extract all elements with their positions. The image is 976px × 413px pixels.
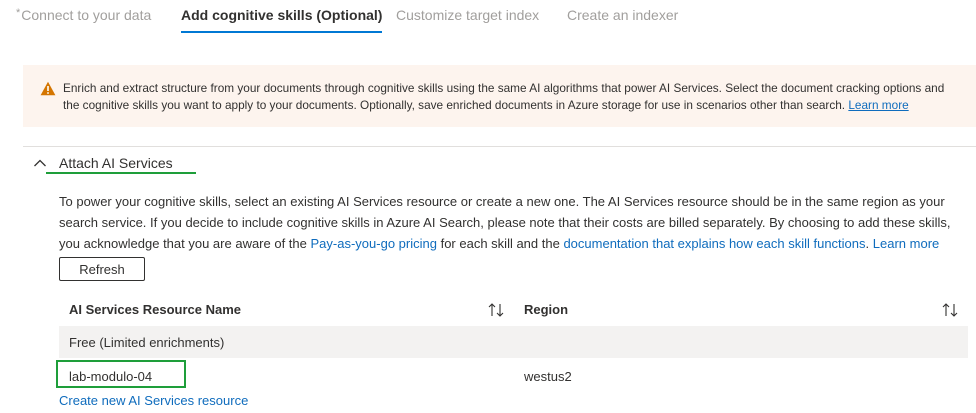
skill-documentation-link[interactable]: documentation that explains how each ski… bbox=[563, 236, 865, 251]
tab-add-cognitive-skills-label: Add cognitive skills (Optional) bbox=[181, 7, 383, 23]
sort-icon[interactable] bbox=[941, 302, 959, 318]
column-header-region[interactable]: Region bbox=[524, 302, 568, 317]
warning-learn-more-link[interactable]: Learn more bbox=[848, 98, 908, 112]
chevron-up-icon[interactable] bbox=[33, 158, 47, 168]
description-text-3: . bbox=[865, 236, 870, 251]
tab-add-cognitive-skills[interactable]: Add cognitive skills (Optional) bbox=[181, 7, 383, 33]
tab-connect-data-label: Connect to your data bbox=[21, 7, 152, 23]
warning-banner: Enrich and extract structure from your d… bbox=[23, 65, 976, 127]
ai-services-table: AI Services Resource Name Region Free (L… bbox=[59, 294, 968, 392]
tab-create-indexer-label: Create an indexer bbox=[567, 7, 679, 23]
resource-highlight-box bbox=[56, 360, 186, 388]
warning-triangle-icon bbox=[40, 81, 56, 96]
section-description: To power your cognitive skills, select a… bbox=[59, 191, 974, 254]
resource-region: westus2 bbox=[524, 369, 572, 384]
section-title: Attach AI Services bbox=[59, 155, 173, 171]
pay-as-you-go-pricing-link[interactable]: Pay-as-you-go pricing bbox=[311, 236, 437, 251]
free-tier-label: Free (Limited enrichments) bbox=[69, 335, 225, 350]
wizard-tabs: *Connect to your data Add cognitive skil… bbox=[0, 0, 976, 40]
tab-customize-target-index-label: Customize target index bbox=[396, 7, 540, 23]
description-learn-more-link[interactable]: Learn more bbox=[873, 236, 939, 251]
description-text-2: for each skill and the bbox=[440, 236, 560, 251]
column-header-resource-name[interactable]: AI Services Resource Name bbox=[69, 302, 241, 317]
tab-customize-target-index[interactable]: Customize target index bbox=[396, 7, 539, 23]
refresh-button[interactable]: Refresh bbox=[59, 257, 145, 281]
table-header: AI Services Resource Name Region bbox=[59, 294, 968, 326]
table-row[interactable]: lab-modulo-04 westus2 bbox=[59, 358, 968, 392]
table-row-free[interactable]: Free (Limited enrichments) bbox=[59, 326, 968, 358]
sort-icon[interactable] bbox=[487, 302, 505, 318]
warning-text: Enrich and extract structure from your d… bbox=[63, 81, 945, 112]
tab-connect-data[interactable]: *Connect to your data bbox=[16, 7, 151, 23]
required-marker: * bbox=[16, 7, 21, 19]
tab-create-indexer[interactable]: Create an indexer bbox=[567, 7, 678, 23]
section-title-highlight bbox=[46, 172, 196, 174]
create-ai-services-link[interactable]: Create new AI Services resource bbox=[59, 393, 248, 408]
section-divider bbox=[23, 146, 976, 147]
